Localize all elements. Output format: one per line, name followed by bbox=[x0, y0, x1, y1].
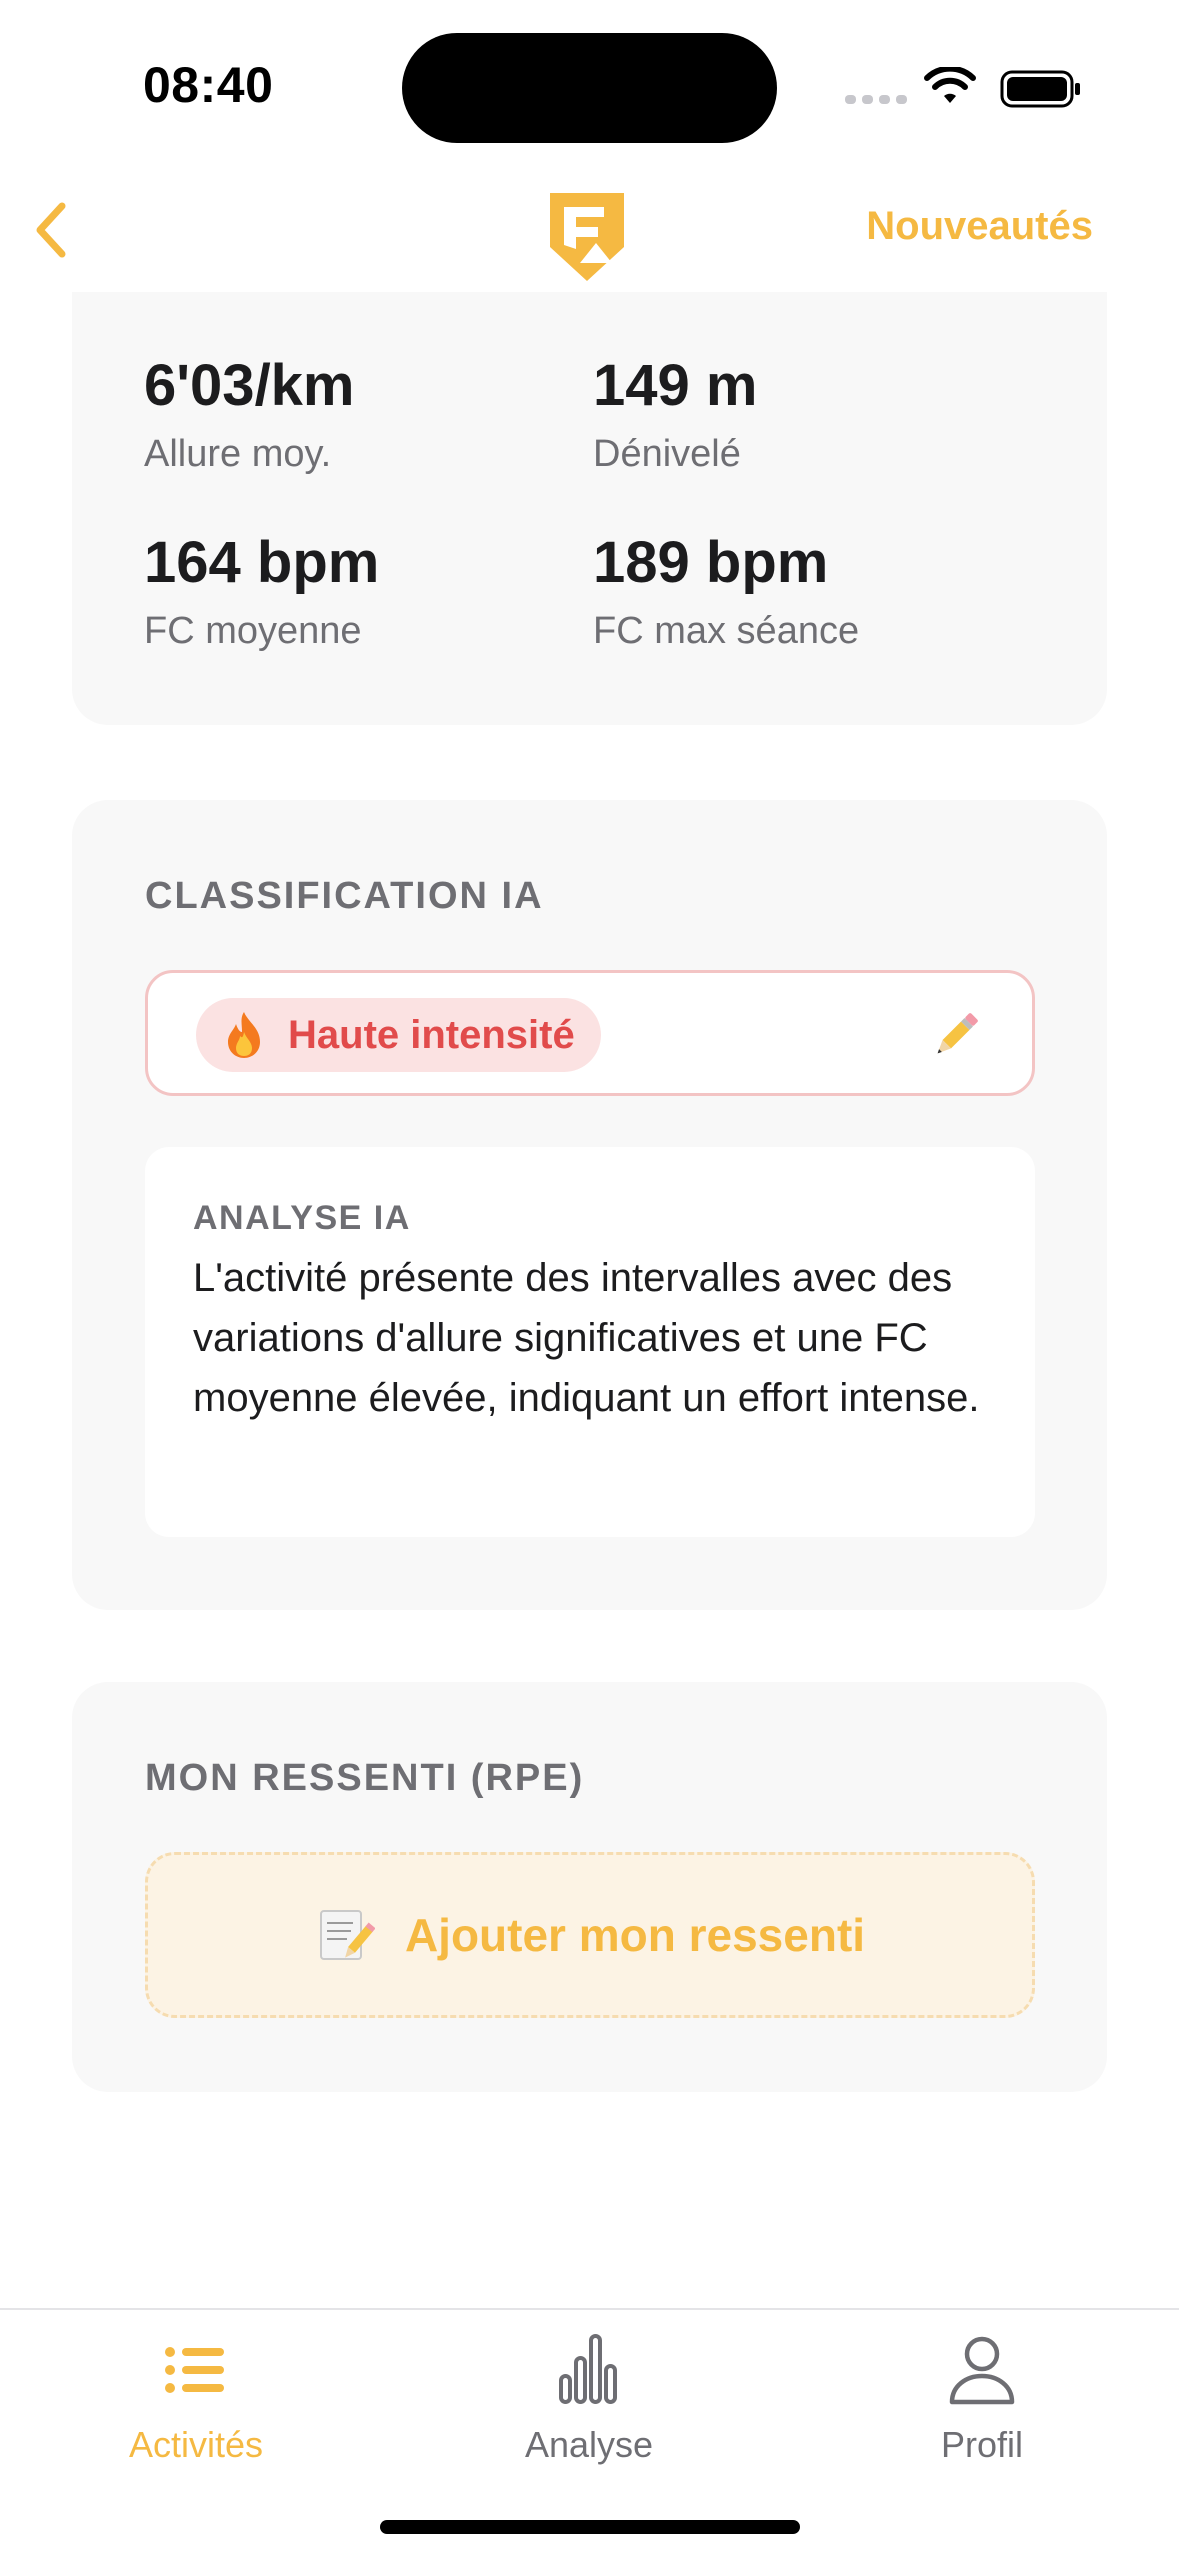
stat-max-heart-rate: 189 bpm FC max séance bbox=[593, 534, 859, 653]
intensity-badge: Haute intensité bbox=[196, 998, 601, 1072]
fire-icon bbox=[228, 1012, 260, 1058]
classification-title: CLASSIFICATION IA bbox=[145, 875, 544, 917]
cellular-signal-icon bbox=[845, 95, 907, 104]
person-icon bbox=[949, 2336, 1015, 2405]
stat-average-heart-rate: 164 bpm FC moyenne bbox=[144, 534, 379, 653]
stat-elevation: 149 m Dénivelé bbox=[593, 357, 757, 476]
app-logo-icon bbox=[550, 193, 624, 281]
analysis-text: L'activité présente des intervalles avec… bbox=[193, 1256, 980, 1420]
news-link[interactable]: Nouveautés bbox=[866, 204, 1093, 249]
pencil-icon[interactable] bbox=[928, 1007, 984, 1063]
tab-bar: Activités Analyse Profil bbox=[0, 2308, 1179, 2556]
wifi-icon bbox=[924, 67, 976, 103]
classification-selector[interactable]: Haute intensité bbox=[145, 970, 1035, 1096]
add-rpe-button[interactable]: Ajouter mon ressenti bbox=[145, 1852, 1035, 2018]
rpe-card: MON RESSENTI (RPE) Ajouter mon ressenti bbox=[72, 1682, 1107, 2092]
tab-label: Analyse bbox=[524, 2424, 654, 2465]
tab-label: Activités bbox=[128, 2424, 264, 2465]
stat-value: 164 bpm bbox=[144, 530, 380, 595]
memo-icon bbox=[319, 1910, 375, 1960]
bar-chart-icon bbox=[559, 2334, 617, 2404]
stats-card: 6'03/km Allure moy. 149 m Dénivelé 164 b… bbox=[72, 250, 1107, 725]
list-icon bbox=[165, 2347, 224, 2393]
navigation-bar: Nouveautés bbox=[0, 160, 1179, 292]
tab-analysis[interactable]: Analyse bbox=[459, 2330, 719, 2490]
stat-average-pace: 6'03/km Allure moy. bbox=[144, 357, 355, 476]
dynamic-island bbox=[402, 33, 777, 143]
battery-icon bbox=[1000, 70, 1080, 108]
screen: 08:40 Nouveautés 6'03/km Allure moy. 149… bbox=[0, 0, 1179, 2556]
ai-analysis-box: ANALYSE IA L'activité présente des inter… bbox=[145, 1147, 1035, 1537]
add-rpe-label: Ajouter mon ressenti bbox=[404, 1909, 866, 1961]
tab-activities[interactable]: Activités bbox=[66, 2330, 326, 2490]
stat-value: 149 m bbox=[593, 353, 758, 418]
rpe-title: MON RESSENTI (RPE) bbox=[145, 1757, 585, 1799]
stat-value: 6'03/km bbox=[144, 353, 355, 418]
chevron-left-icon bbox=[36, 202, 66, 258]
classification-card: CLASSIFICATION IA Haute intensité ANALYS… bbox=[72, 800, 1107, 1610]
stat-label: FC max séance bbox=[593, 610, 860, 652]
stat-label: Allure moy. bbox=[144, 433, 332, 475]
back-button[interactable] bbox=[20, 195, 80, 265]
stat-label: Dénivelé bbox=[593, 433, 741, 475]
tab-profile[interactable]: Profil bbox=[852, 2330, 1112, 2490]
status-bar: 08:40 bbox=[0, 0, 1179, 160]
intensity-label: Haute intensité bbox=[288, 1012, 575, 1057]
tab-label: Profil bbox=[940, 2424, 1024, 2465]
home-indicator bbox=[380, 2520, 800, 2534]
analysis-title: ANALYSE IA bbox=[193, 1199, 411, 1237]
stat-label: FC moyenne bbox=[144, 610, 362, 652]
status-time: 08:40 bbox=[143, 57, 274, 113]
stat-value: 189 bpm bbox=[593, 530, 829, 595]
